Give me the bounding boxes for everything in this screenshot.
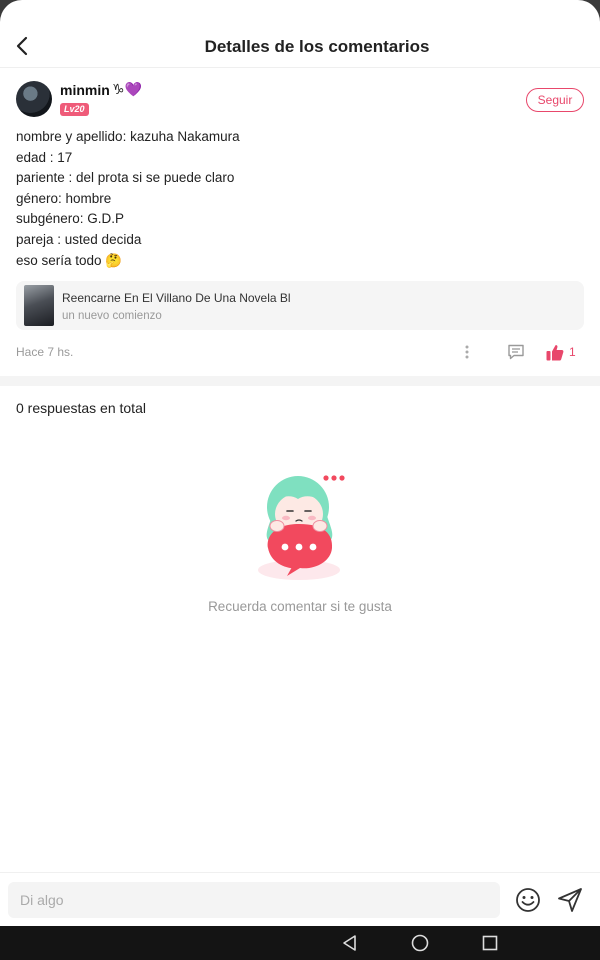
system-navigation-bar <box>0 926 600 960</box>
send-icon <box>558 888 582 912</box>
work-cover-image <box>24 285 54 326</box>
author-name[interactable]: minmin <box>60 82 110 98</box>
comment-line: subgénero: G.D.P <box>16 211 125 227</box>
nav-recents-button[interactable] <box>480 933 500 953</box>
comment-line: pareja : usted decida <box>16 231 142 247</box>
triangle-back-icon <box>343 935 356 951</box>
avatar[interactable] <box>16 81 52 117</box>
level-badge: Lv20 <box>60 103 89 116</box>
comment-line: edad : 17 <box>16 149 73 165</box>
reply-composer <box>0 872 600 926</box>
empty-state-message: Recuerda comentar si te gusta <box>208 599 392 614</box>
more-vertical-icon <box>465 345 469 359</box>
empty-state-mascot-illustration <box>250 466 350 584</box>
comment-time: Hace 7 hs. <box>16 345 74 359</box>
nav-back-button[interactable] <box>340 933 360 953</box>
comment-meta-bar: Hace 7 hs. 1 <box>16 339 584 365</box>
emoji-button[interactable] <box>514 886 542 914</box>
comment-line: pariente : del prota si se puede claro <box>16 170 235 186</box>
follow-button[interactable]: Seguir <box>526 88 584 112</box>
send-button[interactable] <box>556 886 584 914</box>
work-subtitle: un nuevo comienzo <box>62 310 162 322</box>
circle-home-icon <box>411 934 429 952</box>
thumbs-up-icon <box>546 344 564 360</box>
reply-button[interactable] <box>504 341 528 363</box>
zodiac-capricorn-badge: ♑💜 <box>112 81 142 97</box>
page-title: Detalles de los comentarios <box>204 37 430 56</box>
reply-input[interactable] <box>8 882 500 918</box>
comment-line: nombre y apellido: kazuha Nakamura <box>16 129 240 144</box>
work-title: Reencarne En El Villano De Una Novela Bl <box>62 291 291 305</box>
like-count: 1 <box>569 345 576 359</box>
replies-total: 0 respuestas en total <box>16 400 146 416</box>
comment-body: nombre y apellido: kazuha Nakamura edad … <box>16 127 584 271</box>
comment-line: género: hombre <box>16 190 112 206</box>
like-button[interactable]: 1 <box>546 341 586 363</box>
comment-icon <box>508 344 524 360</box>
top-bar: Detalles de los comentarios <box>0 0 600 68</box>
author-badges: ♑💜 <box>112 81 142 98</box>
section-divider <box>0 376 600 386</box>
comment-line: eso sería todo 🤔 <box>16 252 123 268</box>
linked-work-card[interactable]: Reencarne En El Villano De Una Novela Bl… <box>16 281 584 330</box>
comment-author: minmin ♑💜 Lv20 Seguir <box>16 81 584 121</box>
comment-details-screen: Detalles de los comentarios minmin ♑💜 Lv… <box>0 0 600 926</box>
square-recents-icon <box>482 935 498 951</box>
nav-home-button[interactable] <box>410 933 430 953</box>
emoji-icon <box>516 888 540 912</box>
more-options-button[interactable] <box>456 341 478 363</box>
